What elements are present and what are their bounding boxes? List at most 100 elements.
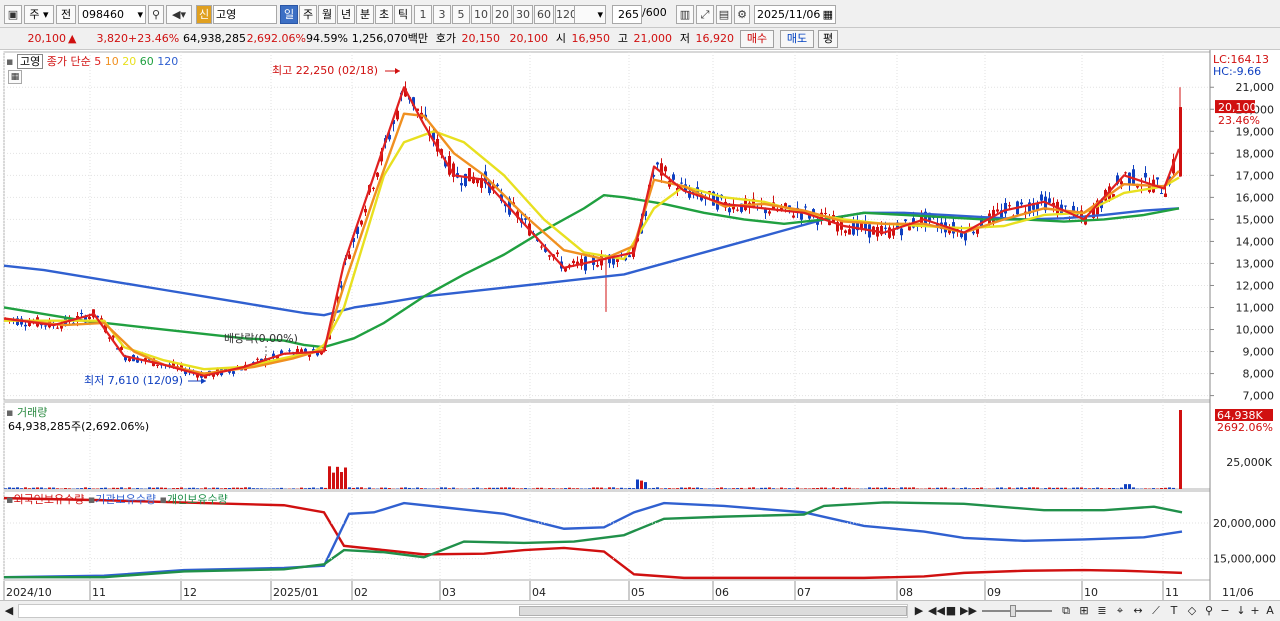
candle-body bbox=[736, 209, 739, 211]
holding-legend: ▪외국인보유수량 ▪기관보유수량 ▪개인보유수량 bbox=[6, 491, 228, 507]
interval-tab-30[interactable]: 30 bbox=[513, 5, 533, 24]
y-tick-label: 7,000 bbox=[1243, 390, 1275, 403]
save-icon[interactable]: ▤ bbox=[716, 5, 732, 24]
volume-bar bbox=[36, 487, 39, 489]
volume-bar bbox=[24, 487, 27, 489]
volume-bar bbox=[416, 487, 419, 489]
volume-bar bbox=[928, 487, 931, 489]
period-tab-5[interactable]: 초 bbox=[375, 5, 393, 24]
zoom-icon[interactable]: ⚲ bbox=[1202, 603, 1216, 619]
period-tab-6[interactable]: 틱 bbox=[394, 5, 412, 24]
volume-bar bbox=[720, 487, 723, 489]
code-input[interactable]: 098460 ▾ bbox=[78, 5, 146, 24]
range-icon[interactable]: ↔ bbox=[1130, 603, 1146, 619]
interval-tab-10[interactable]: 10 bbox=[471, 5, 491, 24]
volume-bar bbox=[364, 488, 367, 489]
scroll-left-icon[interactable]: ◀ bbox=[2, 603, 16, 619]
stock-name[interactable]: 고영 bbox=[213, 5, 277, 24]
candle-body bbox=[680, 182, 683, 184]
type-select-2[interactable]: 전 bbox=[56, 5, 76, 24]
rewind-icon[interactable]: ◀◀ bbox=[928, 603, 945, 619]
draw-icon[interactable]: ⤢ bbox=[696, 5, 714, 24]
forward-icon[interactable]: ▶▶ bbox=[960, 603, 977, 619]
candle-body bbox=[80, 313, 83, 315]
stop-icon[interactable]: ■ bbox=[944, 603, 958, 619]
eval-button[interactable]: 평 bbox=[818, 30, 838, 48]
speed-slider-thumb[interactable] bbox=[1010, 605, 1016, 617]
interval-tab-20[interactable]: 20 bbox=[492, 5, 512, 24]
volume: 64,938,285 bbox=[183, 32, 246, 45]
volume-bar bbox=[1128, 484, 1131, 489]
chart-svg[interactable]: 2024/10 11 12 2025/01 02 03 04 05 06 07 08 09 10 11 11… bbox=[0, 50, 1280, 600]
volume-bar bbox=[304, 488, 307, 489]
candle-icon[interactable]: ▥ bbox=[676, 5, 694, 24]
y-tick-label: 21,000 bbox=[1236, 81, 1275, 94]
new-badge: 신 bbox=[196, 5, 212, 24]
volume-bar bbox=[384, 487, 387, 489]
volume-bar bbox=[316, 488, 319, 489]
trend-icon[interactable]: ⟋ bbox=[1148, 603, 1164, 619]
candle-body bbox=[1156, 177, 1159, 180]
gear-icon[interactable]: ⚙ bbox=[734, 5, 750, 24]
period-tab-1[interactable]: 주 bbox=[299, 5, 317, 24]
volume-bar bbox=[500, 487, 503, 489]
nav-icon[interactable]: ↓ bbox=[1234, 603, 1248, 619]
x-tick-label: 12 bbox=[183, 586, 197, 599]
volume-bar bbox=[592, 487, 595, 489]
layout-icon[interactable]: ▣ bbox=[4, 5, 22, 24]
x-tick-label: 07 bbox=[797, 586, 811, 599]
volume-bar bbox=[768, 487, 771, 489]
period-tab-3[interactable]: 년 bbox=[337, 5, 355, 24]
candle-body bbox=[468, 168, 471, 182]
scrollbar-track[interactable] bbox=[18, 604, 908, 618]
candle-body bbox=[548, 255, 551, 257]
volume-bar bbox=[1108, 487, 1111, 489]
candle-body bbox=[24, 324, 27, 327]
volume-bar bbox=[128, 487, 131, 489]
count-input[interactable]: 265 bbox=[612, 5, 642, 24]
search-icon[interactable]: ⚲ bbox=[148, 5, 164, 24]
volume-bar bbox=[804, 488, 807, 489]
table-icon[interactable]: ▦ bbox=[8, 70, 22, 84]
candle-body bbox=[232, 371, 235, 374]
compare-icon[interactable]: ⧉ bbox=[1058, 603, 1074, 619]
shape-icon[interactable]: ◇ bbox=[1184, 603, 1200, 619]
volume-bar bbox=[1028, 487, 1031, 489]
volume-bar bbox=[772, 488, 775, 489]
volume-bar bbox=[972, 488, 975, 489]
type-select-1[interactable]: 주 ▾ bbox=[24, 5, 54, 24]
period-tab-0[interactable]: 일 bbox=[280, 5, 298, 24]
scrollbar-thumb[interactable] bbox=[519, 606, 907, 616]
speed-slider[interactable] bbox=[982, 605, 1052, 617]
interval-tab-60[interactable]: 60 bbox=[534, 5, 554, 24]
volume-bar bbox=[52, 487, 55, 489]
interval-tab-5[interactable]: 5 bbox=[452, 5, 470, 24]
volume-bar bbox=[1152, 488, 1155, 489]
y-tick-label: 15,000 bbox=[1236, 213, 1275, 226]
candle-body bbox=[360, 220, 363, 225]
speaker-icon[interactable]: ◀▾ bbox=[166, 5, 192, 24]
period-tab-4[interactable]: 분 bbox=[356, 5, 374, 24]
volume-bar bbox=[560, 488, 563, 489]
volume-bar bbox=[232, 487, 235, 489]
interval-tab-3[interactable]: 3 bbox=[433, 5, 451, 24]
scroll-right-icon[interactable]: ▶ bbox=[912, 603, 926, 619]
date-input[interactable]: 2025/11/06 ▦ bbox=[754, 5, 836, 24]
volume-bar bbox=[844, 487, 847, 489]
volume-bar bbox=[960, 488, 963, 489]
text-icon[interactable]: T bbox=[1166, 603, 1182, 619]
volume-value: 64,938,285주(2,692.06%) bbox=[8, 420, 150, 433]
volume-bar bbox=[652, 487, 655, 489]
font-size-icon[interactable]: A bbox=[1263, 603, 1277, 619]
crosshair-icon[interactable]: ⌖ bbox=[1112, 603, 1128, 619]
period-tab-2[interactable]: 월 bbox=[318, 5, 336, 24]
zoom-in-icon[interactable]: + bbox=[1248, 603, 1262, 619]
sell-button[interactable]: 매도 bbox=[780, 30, 814, 48]
buy-button[interactable]: 매수 bbox=[740, 30, 774, 48]
interval-tab-1[interactable]: 1 bbox=[414, 5, 432, 24]
grid-icon[interactable]: ⊞ bbox=[1076, 603, 1092, 619]
list-icon[interactable]: ≣ bbox=[1094, 603, 1110, 619]
interval-dropdown[interactable]: ▾ bbox=[574, 5, 606, 24]
x-tick-label: 2024/10 bbox=[6, 586, 52, 599]
zoom-out-icon[interactable]: − bbox=[1218, 603, 1232, 619]
